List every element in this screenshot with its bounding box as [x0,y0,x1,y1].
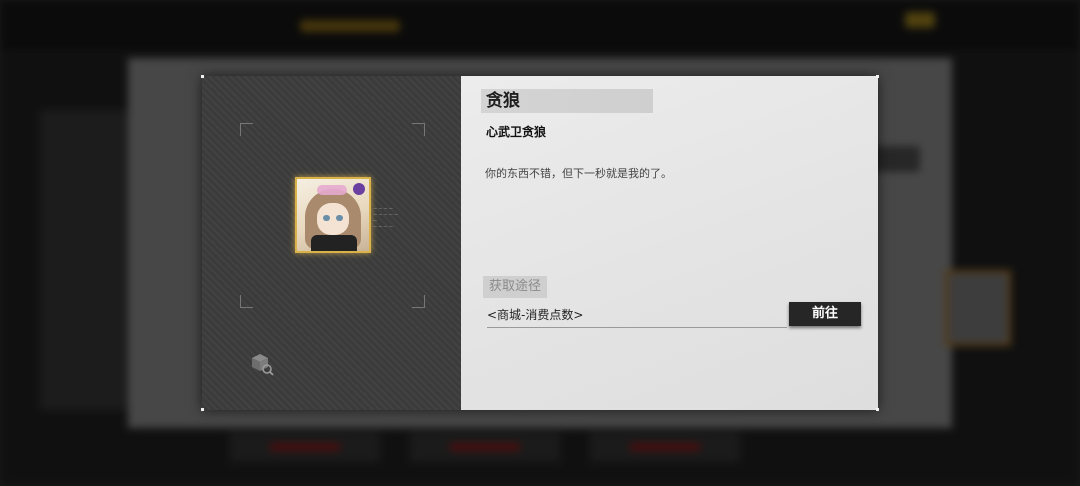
portrait-tiny-info: — — — — — — — — — — — — — — [373,206,399,229]
item-detail-dialog: — — — — — — — — — — — — — — 贪狼 心武卫贪狼 你的东… [201,75,879,411]
item-full-name: 心武卫贪狼 [486,125,547,139]
dialog-corner-dot [876,75,879,78]
item-name: 贪狼 [486,91,520,111]
sunglasses-accessory [317,185,347,195]
item-preview-pane: — — — — — — — — — — — — — — [202,76,461,410]
acquisition-divider [487,327,787,328]
dialog-corner-dot [876,408,879,411]
acquisition-source: <商城-消费点数> [487,308,584,322]
dialog-corner-dot [201,75,204,78]
game-screen: — — — — — — — — — — — — — — 贪狼 心武卫贪狼 你的东… [0,0,1080,486]
frame-corner [240,295,253,308]
goto-button[interactable]: 前往 [789,302,861,326]
frame-corner [240,123,253,136]
item-description: 你的东西不错，但下一秒就是我的了。 [485,167,672,180]
frame-corner [412,123,425,136]
item-info-pane: 贪狼 心武卫贪狼 你的东西不错，但下一秒就是我的了。 获取途径 <商城-消费点数… [461,76,878,410]
acquisition-label: 获取途径 [483,276,548,298]
dialog-corner-dot [201,408,204,411]
character-portrait [295,177,371,253]
frame-corner [412,295,425,308]
flower-accessory [353,183,365,195]
cube-search-icon[interactable] [250,352,274,376]
